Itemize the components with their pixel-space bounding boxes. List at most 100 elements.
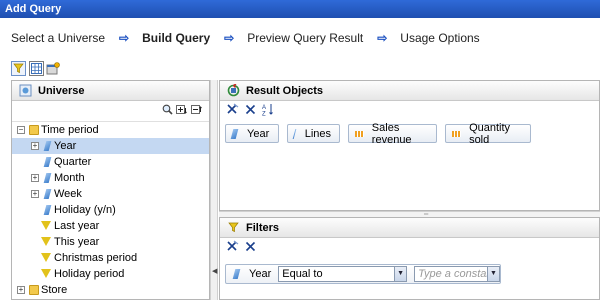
search-icon[interactable] <box>162 104 173 118</box>
measure-icon <box>452 130 462 137</box>
tree-node-store[interactable]: + Store <box>12 282 209 298</box>
expand-node-icon[interactable]: + <box>31 142 39 150</box>
universe-tools <box>12 101 209 121</box>
arrow-right-icon: ⇨ <box>224 31 235 45</box>
wizard-step-preview-query-result[interactable]: Preview Query Result <box>247 31 363 45</box>
filters-title: Filters <box>246 221 280 234</box>
remove-all-icon[interactable] <box>226 103 239 119</box>
tree-node-holiday[interactable]: Holiday (y/n) <box>12 202 209 218</box>
result-objects-title: Result Objects <box>246 84 324 97</box>
result-objects-icon <box>226 84 240 98</box>
operator-value: Equal to <box>282 268 323 280</box>
filter-icon <box>41 269 51 278</box>
vertical-splitter[interactable]: ◀ <box>210 80 218 300</box>
filter-icon <box>41 237 51 246</box>
grid-icon <box>31 63 42 74</box>
grid-view-button[interactable] <box>29 61 44 76</box>
tree-node-year[interactable]: + Year <box>12 138 209 154</box>
filters-actions <box>220 238 599 258</box>
dimension-icon <box>43 189 52 199</box>
result-object-lines[interactable]: Lines <box>287 124 340 143</box>
tree-node-label: Holiday period <box>54 268 125 280</box>
result-objects-panel: Result Objects AZ Year Lines Sales reven… <box>219 80 600 211</box>
properties-icon <box>46 62 60 75</box>
wizard-step-build-query[interactable]: Build Query <box>142 31 210 45</box>
result-object-sales-revenue[interactable]: Sales revenue <box>348 121 437 146</box>
constant-input[interactable]: Type a constant ▼ <box>414 266 500 282</box>
result-object-label: Year <box>247 127 270 140</box>
universe-panel: Universe − Time period + Year Quarter + <box>11 80 210 300</box>
result-object-label: Quantity sold <box>469 121 511 146</box>
result-objects-list: Year Lines Sales revenue Quantity sold <box>220 121 599 146</box>
remove-icon[interactable] <box>245 241 256 255</box>
operator-select[interactable]: Equal to ▼ <box>278 266 408 282</box>
filters-panel: Filters Year Equal to ▼ Type a constant … <box>219 217 600 300</box>
dimension-icon <box>292 128 297 139</box>
tree-node-month[interactable]: + Month <box>12 170 209 186</box>
arrow-right-icon: ⇨ <box>119 31 130 45</box>
tree-node-this-year[interactable]: This year <box>12 234 209 250</box>
tree-node-last-year[interactable]: Last year <box>12 218 209 234</box>
chevron-down-icon[interactable]: ▼ <box>487 267 499 281</box>
tree-node-time-period[interactable]: − Time period <box>12 122 209 138</box>
tree-node-christmas-period[interactable]: Christmas period <box>12 250 209 266</box>
expand-node-icon[interactable]: + <box>31 190 39 198</box>
filter-toggle-button[interactable] <box>11 61 26 76</box>
wizard-step-select-universe[interactable]: Select a Universe <box>11 31 105 45</box>
tree-node-label: Time period <box>41 124 99 136</box>
svg-text:A: A <box>262 105 266 111</box>
tree-node-label: Quarter <box>54 156 92 168</box>
remove-icon[interactable] <box>245 104 256 118</box>
result-object-year[interactable]: Year <box>225 124 279 143</box>
tree-node-label: This year <box>54 236 100 248</box>
collapse-all-icon[interactable] <box>191 104 203 118</box>
collapse-node-icon[interactable]: − <box>17 126 25 134</box>
funnel-icon <box>13 63 24 74</box>
result-object-label: Sales revenue <box>371 121 412 146</box>
expand-all-icon[interactable] <box>176 104 188 118</box>
filter-row[interactable]: Year Equal to ▼ Type a constant ▼ <box>225 264 501 284</box>
tree-node-label: Last year <box>54 220 100 232</box>
filters-header: Filters <box>220 218 599 238</box>
arrow-right-icon: ⇨ <box>377 31 388 45</box>
universe-panel-header: Universe <box>12 81 209 101</box>
result-object-quantity-sold[interactable]: Quantity sold <box>445 121 531 146</box>
universe-panel-title: Universe <box>38 84 85 97</box>
dimension-icon <box>43 205 52 215</box>
result-objects-actions: AZ <box>220 101 599 121</box>
dimension-icon <box>43 173 52 183</box>
expand-node-icon[interactable]: + <box>31 174 39 182</box>
constant-placeholder: Type a constant <box>418 268 496 280</box>
properties-button[interactable] <box>45 61 60 76</box>
tree-node-quarter[interactable]: Quarter <box>12 154 209 170</box>
window-title-bar: Add Query <box>0 0 600 18</box>
filter-object-name: Year <box>249 268 272 280</box>
dimension-icon <box>43 141 52 151</box>
filter-icon <box>41 253 51 262</box>
collapse-left-icon[interactable]: ◀ <box>212 267 217 275</box>
folder-icon <box>29 285 39 295</box>
folder-icon <box>29 125 39 135</box>
tree-node-label: Holiday (y/n) <box>54 204 116 216</box>
wizard-step-usage-options[interactable]: Usage Options <box>400 31 479 45</box>
sort-az-icon[interactable]: AZ <box>262 103 274 119</box>
chevron-down-icon[interactable]: ▼ <box>394 267 407 281</box>
tree-node-label: Year <box>54 140 77 152</box>
query-toolbar <box>0 58 600 80</box>
universe-tree: − Time period + Year Quarter + Month + W… <box>12 121 209 298</box>
dimension-icon <box>230 128 239 139</box>
tree-node-label: Christmas period <box>54 252 138 264</box>
tree-node-week[interactable]: + Week <box>12 186 209 202</box>
svg-text:Z: Z <box>262 112 266 117</box>
remove-all-icon[interactable] <box>226 240 239 256</box>
window-title: Add Query <box>5 3 62 15</box>
tree-node-holiday-period[interactable]: Holiday period <box>12 266 209 282</box>
dimension-icon <box>43 157 52 167</box>
funnel-icon <box>226 221 240 235</box>
dimension-icon <box>232 269 241 279</box>
tree-node-label: Store <box>41 284 68 296</box>
wizard-steps: Select a Universe ⇨ Build Query ⇨ Previe… <box>0 18 600 58</box>
expand-node-icon[interactable]: + <box>17 286 25 294</box>
result-object-label: Lines <box>304 127 331 140</box>
filter-icon <box>41 221 51 230</box>
